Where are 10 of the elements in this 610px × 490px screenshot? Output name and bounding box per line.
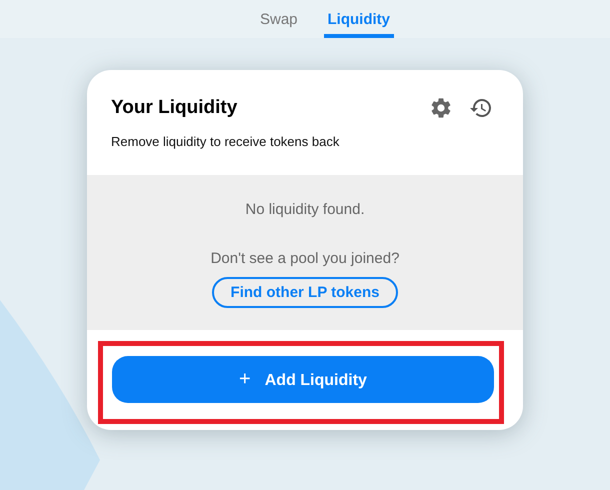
nav-tab[interactable]: Liquidity — [324, 0, 394, 38]
nav-tab[interactable]: Swap — [256, 0, 302, 38]
history-icon[interactable] — [469, 96, 493, 120]
card-subtitle: Remove liquidity to receive tokens back — [111, 134, 340, 149]
find-tokens-button[interactable]: Find other LP tokens — [212, 277, 398, 308]
pool-prompt: Don't see a pool you joined? — [210, 250, 400, 267]
add-liquidity-button[interactable]: + Add Liquidity — [112, 356, 494, 403]
settings-icon[interactable] — [429, 96, 453, 120]
empty-message: No liquidity found. — [245, 201, 365, 218]
card-title: Your Liquidity — [111, 97, 238, 119]
